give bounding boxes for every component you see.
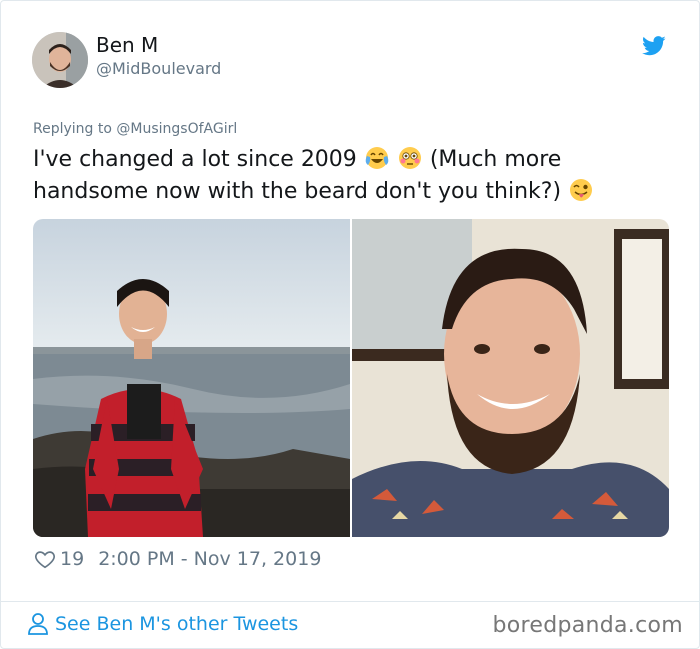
flushed-face-icon bbox=[398, 147, 421, 169]
photo-now-image bbox=[352, 219, 669, 537]
photo-now[interactable] bbox=[352, 219, 669, 537]
user-handle[interactable]: @MidBoulevard bbox=[96, 59, 221, 78]
reply-context: Replying to @MusingsOfAGirl bbox=[33, 121, 237, 137]
footer-divider bbox=[1, 601, 699, 602]
like-count[interactable]: 19 bbox=[60, 548, 84, 570]
heart-icon[interactable] bbox=[34, 548, 56, 570]
tweet-text-part1: I've changed a lot since 2009 bbox=[33, 147, 357, 172]
watermark: boredpanda.com bbox=[492, 613, 683, 638]
timestamp[interactable]: 2:00 PM - Nov 17, 2019 bbox=[98, 548, 321, 570]
tweet-media[interactable] bbox=[33, 219, 669, 537]
avatar-image bbox=[32, 32, 88, 88]
see-other-tweets-link[interactable]: See Ben M's other Tweets bbox=[27, 612, 298, 636]
tweet-card: Ben M @MidBoulevard Replying to @Musings… bbox=[0, 0, 700, 649]
tweet-text: I've changed a lot since 2009 (Much more… bbox=[33, 144, 673, 208]
photo-2009[interactable] bbox=[33, 219, 350, 537]
reply-to-handle[interactable]: @MusingsOfAGirl bbox=[116, 121, 237, 137]
face-with-tears-of-joy-icon bbox=[365, 147, 389, 169]
see-other-tweets-label: See Ben M's other Tweets bbox=[55, 613, 299, 635]
avatar[interactable] bbox=[32, 32, 88, 88]
person-icon bbox=[28, 613, 48, 635]
twitter-bird-icon[interactable] bbox=[642, 36, 666, 56]
winking-face-with-tongue-icon bbox=[570, 179, 593, 201]
reply-prefix: Replying to bbox=[33, 121, 112, 137]
tweet-meta: 19 2:00 PM - Nov 17, 2019 bbox=[34, 548, 321, 570]
photo-2009-image bbox=[33, 219, 350, 537]
display-name[interactable]: Ben M bbox=[96, 33, 158, 57]
